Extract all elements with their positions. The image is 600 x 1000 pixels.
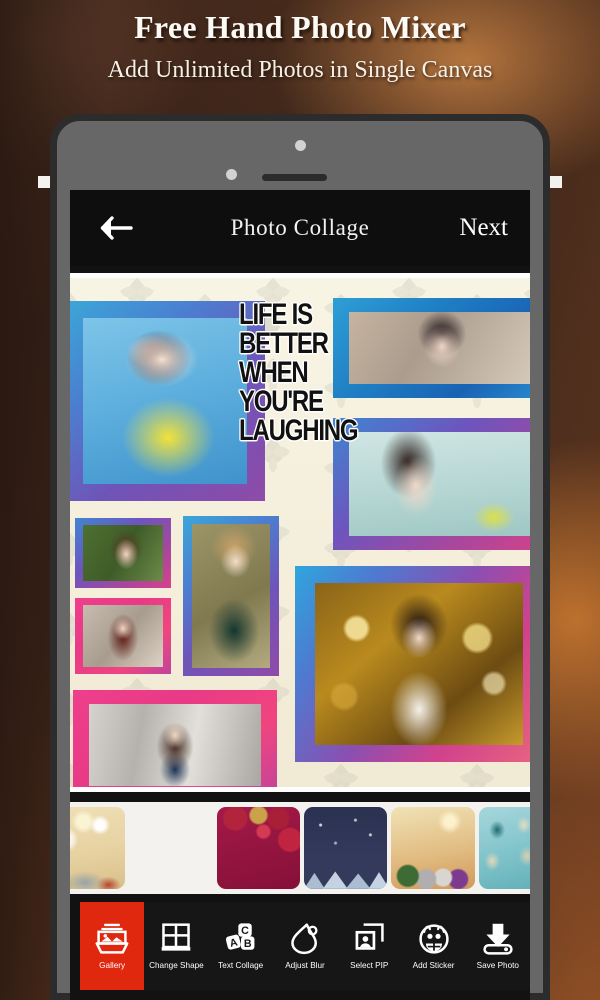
collage-photo[interactable]: [75, 598, 171, 674]
promo-subtitle: Add Unlimited Photos in Single Canvas: [107, 57, 493, 83]
collage-text-line: WHEN: [239, 356, 309, 390]
toolbar-item-gallery[interactable]: Gallery: [80, 902, 145, 990]
toolbar-item-text-collage[interactable]: C A B Text Collage: [209, 902, 273, 990]
mountain-shape-icon: [303, 871, 388, 889]
proximity-sensor-icon: [226, 169, 237, 180]
photo-woman-looking-up: [349, 432, 530, 536]
abc-blocks-icon: C A B: [225, 923, 255, 950]
toolbar-item-add-sticker[interactable]: Add Sticker: [401, 902, 465, 990]
background-thumb-gold-ornament-baubles[interactable]: [129, 807, 212, 889]
back-button[interactable]: [94, 208, 138, 248]
background-thumbnail-strip[interactable]: [70, 802, 530, 894]
toolbar-item-adjust-blur[interactable]: Adjust Blur: [273, 902, 337, 990]
collage-canvas-frame[interactable]: LIFE IS BETTER WHEN YOU'RE LAUGHING: [70, 273, 530, 792]
app-screen: Photo Collage Next LIFE IS BETTER WHEN Y…: [70, 190, 530, 1000]
photo-woman-bob-haircut: [349, 312, 530, 384]
collage-overlay-text[interactable]: LIFE IS BETTER WHEN YOU'RE LAUGHING: [239, 298, 363, 448]
background-thumb-magenta-christmas-baubles[interactable]: [216, 807, 300, 889]
download-save-icon: [483, 923, 513, 955]
collage-text-line: BETTER: [239, 327, 329, 361]
collage-photo[interactable]: [183, 516, 279, 676]
photo-woman-smiling-blonde: [192, 524, 270, 668]
toolbar-label: Add Sticker: [412, 961, 455, 970]
front-camera-icon: [295, 140, 306, 151]
collage-photo[interactable]: [295, 566, 530, 762]
toolbar-label: Save Photo: [476, 961, 519, 970]
toolbar-item-select-pip[interactable]: Select PIP: [337, 902, 401, 990]
svg-text:B: B: [244, 938, 252, 950]
toolbar-label: Gallery: [99, 961, 126, 970]
water-drop-icon: [291, 923, 318, 955]
background-thumb-golden-bokeh-star[interactable]: [70, 807, 126, 889]
picture-in-picture-icon: [355, 923, 384, 950]
toolbar-label: Change Shape: [149, 961, 204, 970]
photo-woman-green-background: [83, 525, 163, 581]
smiley-sticker-icon: [418, 924, 449, 954]
toolbar-item-change-shape[interactable]: Change Shape: [144, 902, 208, 990]
earpiece-speaker: [262, 174, 327, 181]
background-thumb-navy-night-mountains[interactable]: [303, 807, 388, 889]
collage-canvas[interactable]: LIFE IS BETTER WHEN YOU'RE LAUGHING: [70, 278, 530, 787]
svg-text:C: C: [241, 925, 249, 937]
bezel-marker-left: [38, 176, 50, 188]
next-button[interactable]: Next: [453, 190, 514, 266]
promo-title: Free Hand Photo Mixer: [134, 9, 466, 45]
toolbar-label: Text Collage: [218, 961, 264, 970]
toolbar-label: Select PIP: [350, 961, 389, 970]
app-bar: Photo Collage Next: [70, 190, 530, 266]
photo-woman-sunglasses: [83, 318, 247, 484]
photo-woman-street: [89, 704, 261, 786]
toolbar-item-save-photo[interactable]: Save Photo: [466, 902, 530, 990]
collage-photo[interactable]: [75, 518, 171, 588]
photo-woman-autumn-bokeh: [315, 583, 523, 745]
bottom-toolbar[interactable]: Gallery Change Shape C A B Text Collage: [80, 902, 530, 990]
collage-text-line: LIFE IS: [239, 298, 313, 331]
background-thumb-warm-gold-ornaments-pine[interactable]: [391, 807, 475, 889]
photo-woman-red-hair: [83, 605, 163, 667]
bezel-marker-right: [550, 176, 562, 188]
grid-shape-icon: [162, 923, 191, 951]
collage-photo[interactable]: [70, 301, 265, 501]
arrow-left-icon: [100, 216, 133, 240]
background-thumb-teal-hanging-bells[interactable]: [478, 807, 530, 889]
collage-photo[interactable]: [73, 690, 277, 787]
toolbar-label: Adjust Blur: [285, 961, 325, 970]
gallery-icon: [95, 923, 129, 954]
collage-text-line: YOU'RE: [239, 385, 324, 419]
collage-text-line: LAUGHING: [239, 414, 359, 448]
